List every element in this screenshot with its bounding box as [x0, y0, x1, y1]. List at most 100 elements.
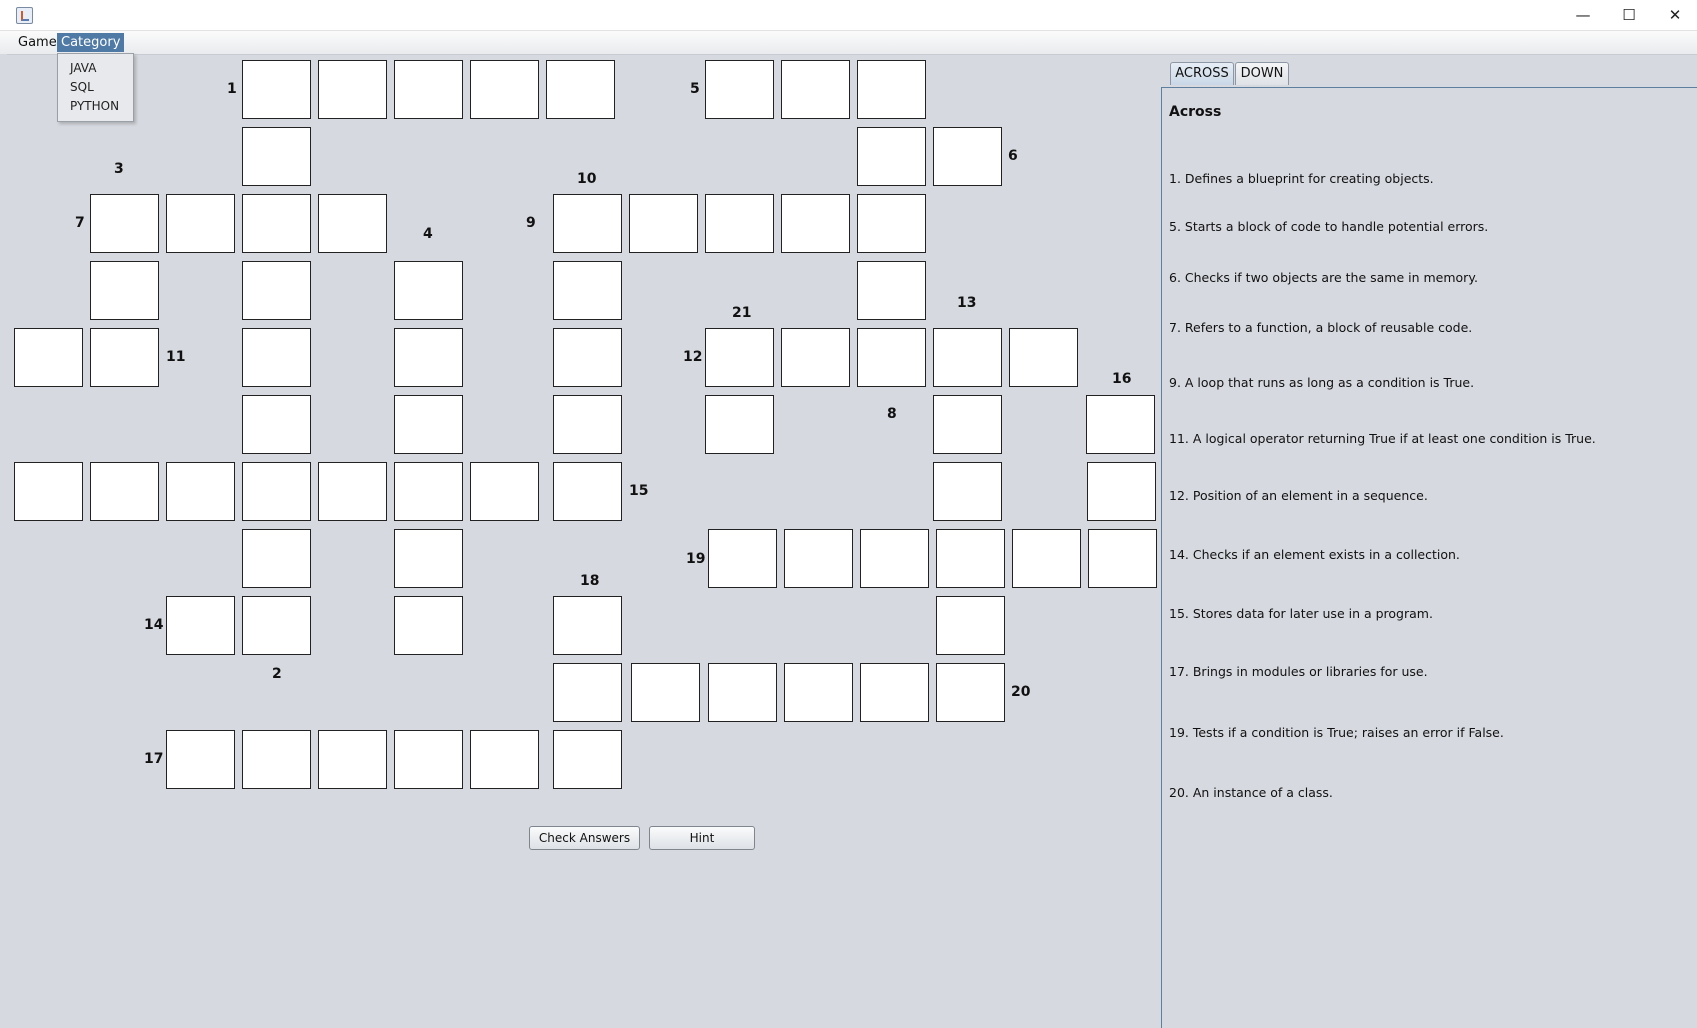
grid-cell[interactable] — [14, 328, 83, 387]
grid-cell[interactable] — [553, 194, 622, 253]
clue-number: 21 — [732, 305, 752, 321]
grid-cell[interactable] — [553, 261, 622, 320]
grid-cell[interactable] — [933, 395, 1002, 454]
grid-cell[interactable] — [629, 194, 698, 253]
grid-cell[interactable] — [781, 328, 850, 387]
grid-cell[interactable] — [242, 462, 311, 521]
clue-item: 6. Checks if two objects are the same in… — [1169, 270, 1478, 285]
grid-cell[interactable] — [394, 529, 463, 588]
tab-down[interactable]: DOWN — [1235, 62, 1289, 85]
grid-cell[interactable] — [90, 328, 159, 387]
grid-cell[interactable] — [936, 596, 1005, 655]
grid-cell[interactable] — [242, 60, 311, 119]
clue-number: 5 — [690, 81, 700, 97]
grid-cell[interactable] — [553, 395, 622, 454]
grid-cell[interactable] — [90, 261, 159, 320]
grid-cell[interactable] — [166, 596, 235, 655]
grid-cell[interactable] — [242, 730, 311, 789]
grid-cell[interactable] — [318, 462, 387, 521]
grid-cell[interactable] — [242, 529, 311, 588]
check-answers-button[interactable]: Check Answers — [529, 826, 640, 850]
grid-cell[interactable] — [166, 194, 235, 253]
grid-cell[interactable] — [781, 60, 850, 119]
grid-cell[interactable] — [1009, 328, 1078, 387]
grid-cell[interactable] — [553, 596, 622, 655]
grid-cell[interactable] — [1012, 529, 1081, 588]
grid-cell[interactable] — [784, 663, 853, 722]
menu-item-java[interactable]: JAVA — [70, 61, 96, 75]
grid-cell[interactable] — [394, 328, 463, 387]
grid-cell[interactable] — [553, 462, 622, 521]
minimize-button[interactable]: — — [1560, 0, 1606, 30]
grid-cell[interactable] — [394, 60, 463, 119]
clue-panel: ACROSS DOWN Across 1. Defines a blueprin… — [1160, 54, 1697, 1028]
clue-item: 14. Checks if an element exists in a col… — [1169, 547, 1460, 562]
grid-cell[interactable] — [394, 730, 463, 789]
grid-cell[interactable] — [546, 60, 615, 119]
grid-cell[interactable] — [1086, 395, 1155, 454]
grid-cell[interactable] — [90, 462, 159, 521]
menu-game[interactable]: Game — [14, 33, 61, 52]
grid-cell[interactable] — [705, 60, 774, 119]
grid-cell[interactable] — [318, 194, 387, 253]
grid-cell[interactable] — [394, 462, 463, 521]
grid-cell[interactable] — [394, 596, 463, 655]
clue-item: 17. Brings in modules or libraries for u… — [1169, 664, 1428, 679]
grid-cell[interactable] — [857, 194, 926, 253]
grid-cell[interactable] — [242, 127, 311, 186]
clue-number: 7 — [75, 215, 85, 231]
grid-cell[interactable] — [242, 328, 311, 387]
grid-cell[interactable] — [553, 663, 622, 722]
grid-cell[interactable] — [470, 730, 539, 789]
grid-cell[interactable] — [857, 261, 926, 320]
grid-cell[interactable] — [705, 194, 774, 253]
grid-cell[interactable] — [318, 60, 387, 119]
grid-cell[interactable] — [318, 730, 387, 789]
grid-cell[interactable] — [933, 127, 1002, 186]
grid-cell[interactable] — [1088, 529, 1157, 588]
menu-category[interactable]: Category — [57, 33, 125, 52]
grid-cell[interactable] — [1087, 462, 1156, 521]
grid-cell[interactable] — [860, 529, 929, 588]
grid-cell[interactable] — [936, 663, 1005, 722]
clue-number: 19 — [686, 551, 706, 567]
grid-cell[interactable] — [708, 663, 777, 722]
maximize-button[interactable]: ☐ — [1606, 0, 1652, 30]
grid-cell[interactable] — [166, 462, 235, 521]
grid-cell[interactable] — [705, 328, 774, 387]
grid-cell[interactable] — [470, 462, 539, 521]
grid-cell[interactable] — [166, 730, 235, 789]
hint-button[interactable]: Hint — [649, 826, 755, 850]
grid-cell[interactable] — [705, 395, 774, 454]
grid-cell[interactable] — [553, 328, 622, 387]
clue-heading: Across — [1169, 104, 1222, 120]
grid-cell[interactable] — [933, 462, 1002, 521]
grid-cell[interactable] — [631, 663, 700, 722]
grid-cell[interactable] — [553, 730, 622, 789]
grid-cell[interactable] — [90, 194, 159, 253]
java-app-icon — [16, 7, 33, 24]
grid-cell[interactable] — [857, 127, 926, 186]
grid-cell[interactable] — [470, 60, 539, 119]
grid-cell[interactable] — [242, 395, 311, 454]
grid-cell[interactable] — [860, 663, 929, 722]
grid-cell[interactable] — [242, 596, 311, 655]
grid-cell[interactable] — [857, 328, 926, 387]
grid-cell[interactable] — [14, 462, 83, 521]
grid-cell[interactable] — [394, 395, 463, 454]
grid-cell[interactable] — [857, 60, 926, 119]
grid-cell[interactable] — [242, 261, 311, 320]
grid-cell[interactable] — [242, 194, 311, 253]
menu-item-python[interactable]: PYTHON — [70, 99, 119, 113]
clue-number: 1 — [227, 81, 237, 97]
grid-cell[interactable] — [781, 194, 850, 253]
clue-number: 20 — [1011, 684, 1031, 700]
tab-across[interactable]: ACROSS — [1170, 62, 1234, 85]
grid-cell[interactable] — [936, 529, 1005, 588]
grid-cell[interactable] — [394, 261, 463, 320]
close-button[interactable]: ✕ — [1652, 0, 1697, 30]
grid-cell[interactable] — [784, 529, 853, 588]
grid-cell[interactable] — [708, 529, 777, 588]
menu-item-sql[interactable]: SQL — [70, 80, 94, 94]
grid-cell[interactable] — [933, 328, 1002, 387]
